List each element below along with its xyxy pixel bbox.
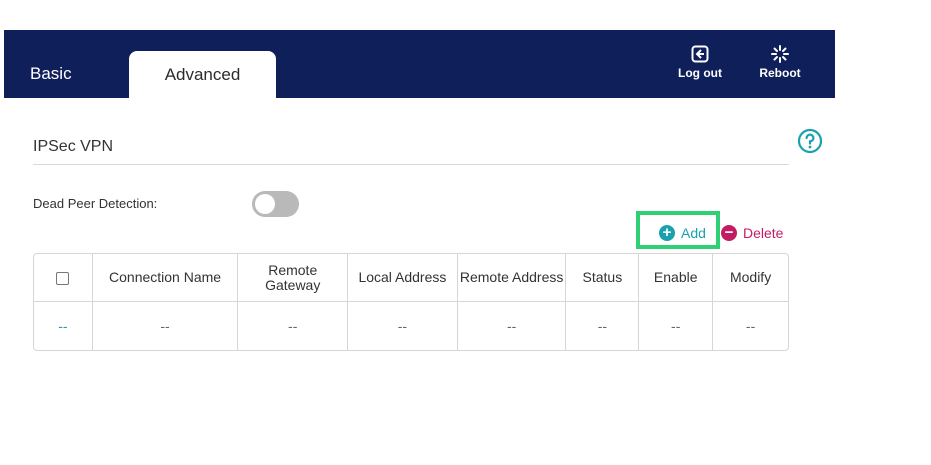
help-icon[interactable] bbox=[797, 128, 823, 154]
minus-icon: − bbox=[721, 225, 737, 241]
select-all-checkbox[interactable] bbox=[56, 271, 70, 285]
column-status: Status bbox=[566, 254, 640, 302]
table-cell: -- bbox=[566, 302, 640, 350]
table-row: -- -- -- -- -- -- -- -- bbox=[34, 302, 788, 350]
tab-basic[interactable]: Basic bbox=[30, 64, 72, 84]
table-cell: -- bbox=[93, 302, 239, 350]
table-header-row: Connection Name Remote Gateway Local Add… bbox=[34, 254, 788, 302]
ipsec-vpn-table: Connection Name Remote Gateway Local Add… bbox=[33, 253, 789, 351]
dead-peer-detection-toggle[interactable] bbox=[252, 191, 299, 217]
reboot-icon bbox=[771, 45, 789, 63]
reboot-button[interactable]: Reboot bbox=[752, 44, 808, 80]
column-local-address: Local Address bbox=[348, 254, 458, 302]
logout-button[interactable]: Log out bbox=[674, 44, 726, 80]
table-cell: -- bbox=[458, 302, 567, 350]
column-remote-gateway: Remote Gateway bbox=[238, 254, 349, 302]
tab-advanced[interactable]: Advanced bbox=[129, 51, 276, 98]
column-modify: Modify bbox=[713, 254, 788, 302]
logout-icon bbox=[691, 45, 709, 63]
column-remote-gateway-line2: Gateway bbox=[265, 276, 321, 293]
top-navigation-bar: Basic Advanced Log out Reboot bbox=[4, 30, 835, 98]
column-remote-gateway-line1: Remote bbox=[268, 261, 318, 278]
column-enable: Enable bbox=[639, 254, 714, 302]
table-cell: -- bbox=[639, 302, 714, 350]
add-label: Add bbox=[681, 225, 706, 241]
column-connection-name: Connection Name bbox=[92, 254, 239, 302]
logout-label: Log out bbox=[678, 66, 722, 80]
plus-icon: + bbox=[659, 225, 675, 241]
delete-label: Delete bbox=[743, 225, 784, 241]
column-remote-address: Remote Address bbox=[457, 254, 567, 302]
table-cell: -- bbox=[34, 302, 93, 350]
toggle-knob bbox=[255, 194, 275, 214]
select-all-header bbox=[34, 254, 93, 302]
table-cell: -- bbox=[238, 302, 349, 350]
table-cell: -- bbox=[348, 302, 458, 350]
table-cell: -- bbox=[745, 318, 756, 334]
add-button[interactable]: + Add bbox=[659, 224, 706, 242]
dead-peer-detection-label: Dead Peer Detection: bbox=[33, 196, 158, 211]
delete-button[interactable]: − Delete bbox=[721, 224, 783, 242]
page-title: IPSec VPN bbox=[33, 138, 114, 155]
title-divider bbox=[33, 164, 789, 165]
reboot-label: Reboot bbox=[759, 66, 801, 80]
